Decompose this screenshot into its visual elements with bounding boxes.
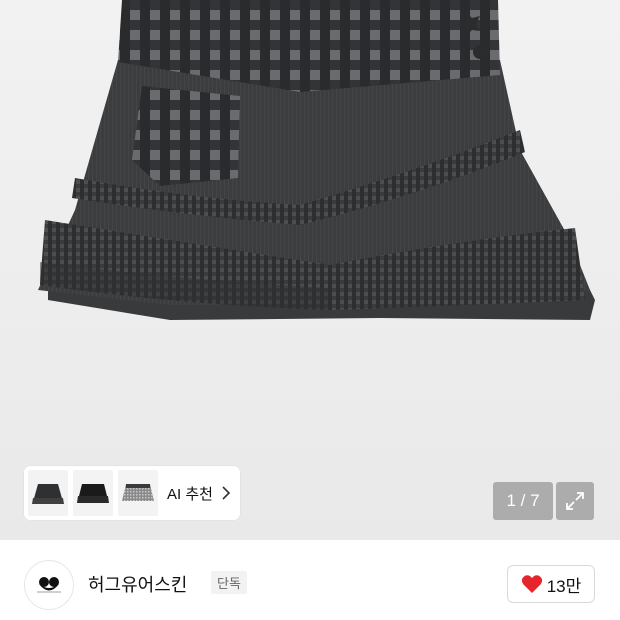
brand-logo[interactable] bbox=[24, 560, 74, 610]
expand-button[interactable] bbox=[556, 482, 594, 520]
brand-name[interactable]: 허그유어스킨 bbox=[88, 571, 187, 597]
image-pager: 1 / 7 bbox=[493, 482, 553, 520]
thumbnail-dark-skirt[interactable] bbox=[28, 470, 68, 516]
heart-icon bbox=[521, 575, 542, 593]
like-button[interactable]: 13만 bbox=[507, 565, 595, 603]
exclusive-badge: 단독 bbox=[211, 571, 247, 594]
like-count: 13만 bbox=[546, 576, 582, 596]
ai-recommend-card[interactable]: AI 추천 bbox=[24, 466, 240, 520]
thumbnail-black-skirt[interactable] bbox=[73, 470, 113, 516]
ai-recommend-label: AI 추천 bbox=[167, 485, 213, 503]
expand-icon bbox=[566, 492, 584, 510]
thumbnail-gray-skirt[interactable] bbox=[118, 470, 158, 516]
product-gallery[interactable]: AI 추천 1 / 7 bbox=[0, 0, 620, 540]
chevron-right-icon bbox=[222, 486, 231, 500]
product-image[interactable] bbox=[0, 0, 620, 540]
